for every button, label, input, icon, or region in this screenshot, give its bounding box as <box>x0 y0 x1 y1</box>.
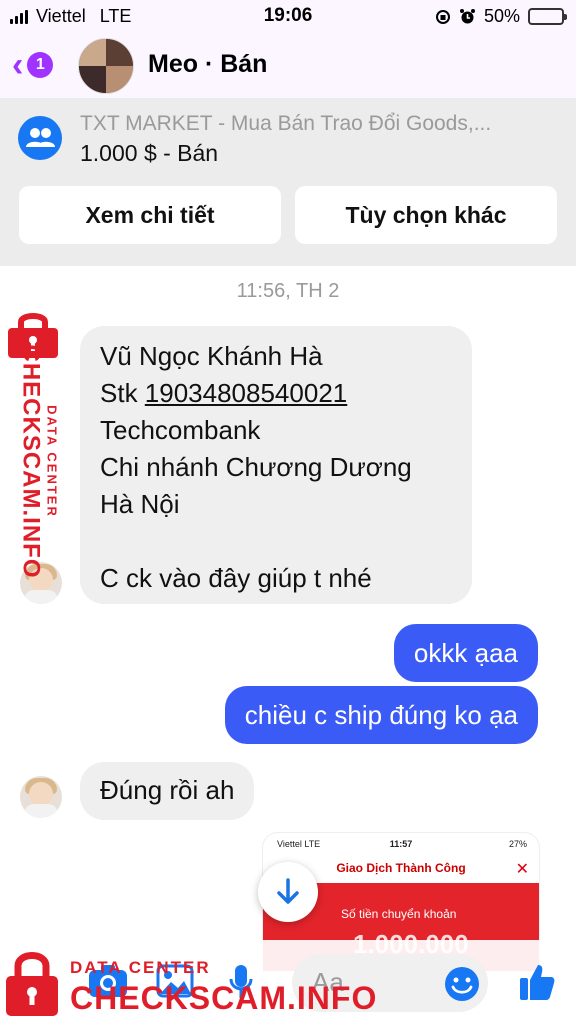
account-number-link[interactable]: 19034808540021 <box>145 378 347 408</box>
chevron-left-icon: ‹ <box>12 46 24 84</box>
rotation-lock-icon <box>435 9 450 24</box>
group-icon <box>18 116 62 160</box>
status-bar: Viettel LTE 19:06 50% <box>0 0 576 34</box>
thumbs-up-icon[interactable] <box>518 962 556 1002</box>
close-icon: ✕ <box>515 861 529 878</box>
emoji-icon[interactable] <box>444 966 480 1002</box>
watermark-small-text: DATA CENTER <box>44 405 60 518</box>
listing-price: 1.000 $ - Bán <box>80 140 219 166</box>
message-line: Hà Nội <box>100 489 180 519</box>
outgoing-message[interactable]: chiều c ship đúng ko ạa <box>224 686 538 744</box>
stk-label: Stk <box>100 378 145 408</box>
battery-icon <box>528 8 567 25</box>
status-right: 50% <box>435 6 567 27</box>
marketplace-listing-card: TXT MARKET - Mua Bán Trao Đổi Goods,... … <box>0 98 576 266</box>
sender-avatar[interactable] <box>20 776 62 818</box>
watermark-small-text: DATA CENTER <box>70 958 211 977</box>
message-line: Techcombank <box>100 415 261 445</box>
conversation-header: ‹ 1 Meo · Bán <box>0 34 576 98</box>
message-line: Vũ Ngọc Khánh Hà <box>100 341 323 371</box>
receipt-battery: 27% <box>508 839 527 849</box>
view-details-button[interactable]: Xem chi tiết <box>19 186 281 244</box>
receipt-time: 11:57 <box>389 839 413 849</box>
alarm-icon <box>459 9 475 24</box>
unread-badge: 1 <box>27 52 54 78</box>
conversation-title[interactable]: Meo · Bán <box>148 50 267 79</box>
more-options-button[interactable]: Tùy chọn khác <box>295 186 557 244</box>
watermark-big-text: CHECKSCAM.INFO <box>70 980 378 1016</box>
group-avatar[interactable] <box>78 38 134 94</box>
receipt-status-bar: Viettel LTE 11:57 27% <box>263 839 539 855</box>
battery-label: 50% <box>483 6 520 26</box>
watermark-big-text: CHECKSCAM.INFO <box>17 344 45 579</box>
incoming-message[interactable]: Đúng rồi ah <box>80 762 255 820</box>
watermark-bottom: DATA CENTER CHECKSCAM.INFO <box>4 944 376 1020</box>
scroll-to-bottom-button[interactable] <box>258 862 318 922</box>
listing-group-name: TXT MARKET - Mua Bán Trao Đổi Goods,... <box>80 112 492 135</box>
watermark-vertical: DATA CENTER CHECKSCAM.INFO <box>4 310 64 590</box>
lock-icon <box>6 952 58 1016</box>
arrow-down-icon <box>277 878 299 904</box>
back-button[interactable]: ‹ 1 <box>12 46 54 84</box>
message-line: Stk 19034808540021 <box>100 375 452 412</box>
message-line: Chi nhánh Chương Dương <box>100 452 412 482</box>
incoming-message-bank-info[interactable]: Vũ Ngọc Khánh Hà Stk 19034808540021 Tech… <box>80 326 472 604</box>
watermark-vertical-text: DATA CENTER CHECKSCAM.INFO <box>17 332 60 592</box>
message-line: C ck vào đây giúp t nhé <box>100 563 372 593</box>
message-line <box>100 523 452 560</box>
message-timestamp: 11:56, TH 2 <box>236 280 340 302</box>
receipt-amount-label: Số tiền chuyển khoản <box>341 907 457 921</box>
outgoing-message[interactable]: okkk ạaa <box>393 624 538 682</box>
